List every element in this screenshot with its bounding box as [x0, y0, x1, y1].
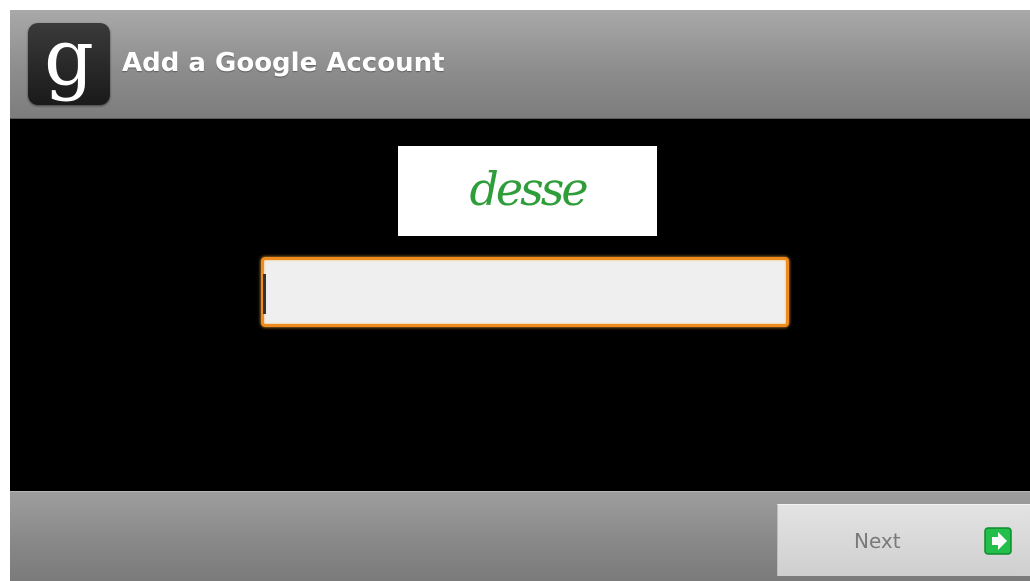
next-button-label: Next [854, 529, 901, 553]
app-icon-glyph: g [44, 13, 94, 103]
captcha-text: desse [469, 162, 588, 216]
captcha-image: desse [398, 146, 657, 236]
text-cursor [263, 274, 266, 314]
arrow-right-icon [984, 527, 1012, 555]
next-button[interactable]: Next [777, 504, 1030, 576]
page: g Add a Google Account desse Next [0, 0, 1030, 581]
google-g-icon: g [28, 17, 110, 105]
page-title: Add a Google Account [122, 48, 445, 78]
device-screen: g Add a Google Account desse Next [10, 10, 1030, 581]
captcha-answer-input[interactable] [261, 257, 789, 327]
bottom-action-bar: Next [10, 491, 1030, 581]
title-bar: g Add a Google Account [10, 10, 1030, 119]
